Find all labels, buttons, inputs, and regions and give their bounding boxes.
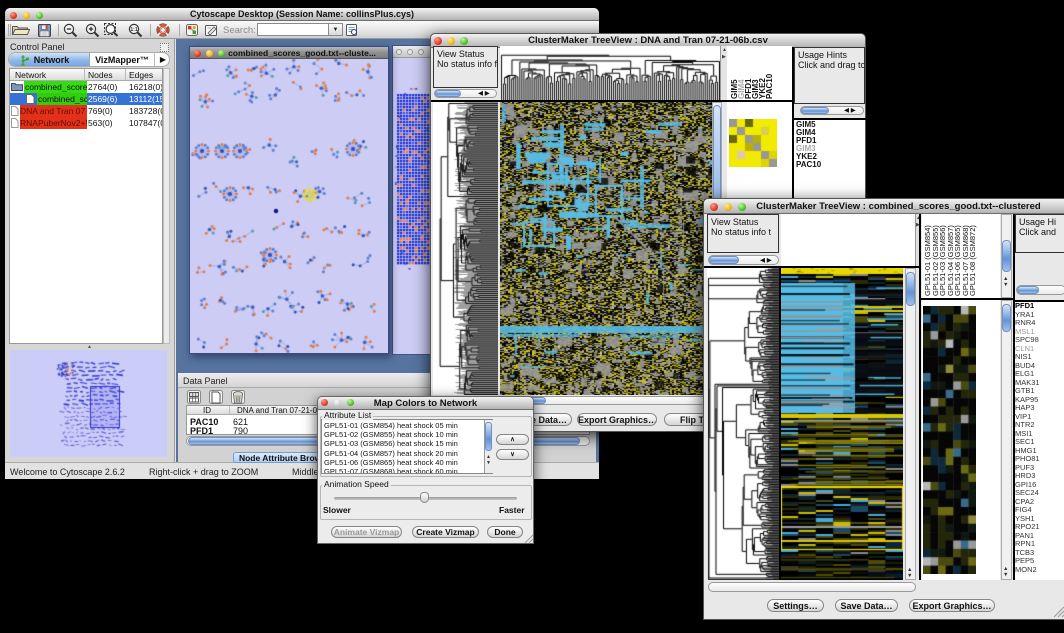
svg-text:1:1: 1:1 (130, 27, 137, 33)
